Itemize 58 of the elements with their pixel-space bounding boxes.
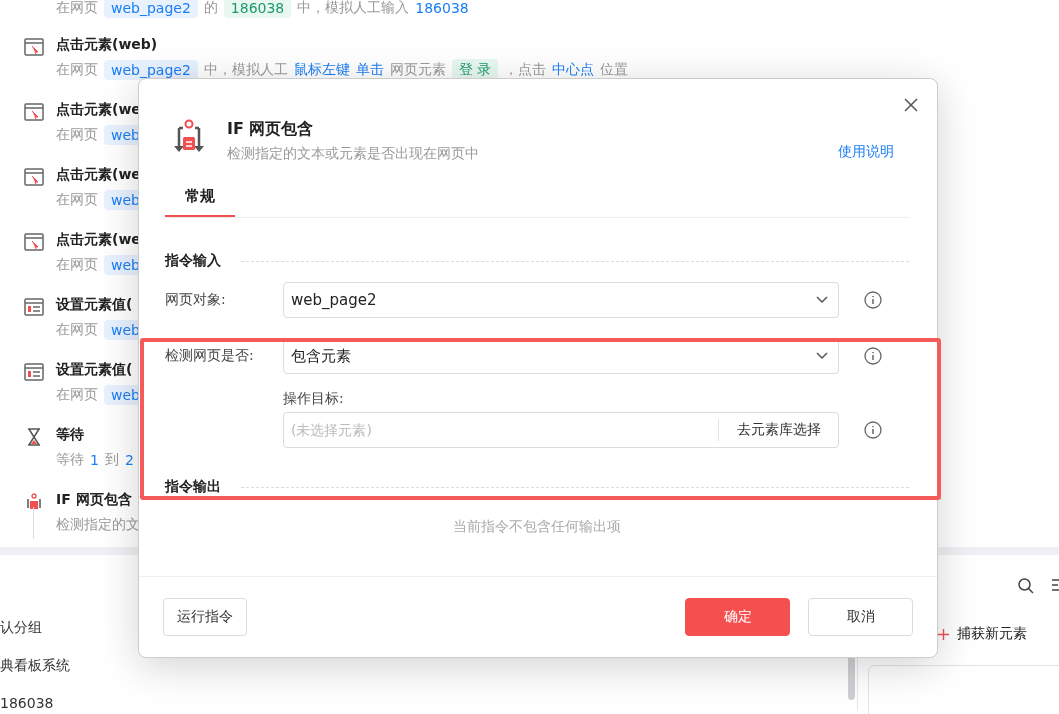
- step-title: 点击元素(web): [56, 35, 159, 54]
- element-library-button[interactable]: 去元素库选择: [718, 419, 838, 441]
- tab[interactable]: 常规: [165, 187, 235, 217]
- info-icon[interactable]: [864, 291, 882, 309]
- step-text: 位置: [600, 61, 629, 79]
- step-text: 在网页: [56, 0, 98, 17]
- field-label: 网页对象:: [165, 291, 227, 309]
- step-text: 检测指定的文: [56, 516, 140, 534]
- step-text: ，点击: [504, 61, 547, 79]
- step-text: 在网页: [56, 126, 98, 144]
- browser-cursor-icon: [24, 38, 44, 56]
- web-object-dropdown[interactable]: web_page2: [283, 282, 839, 318]
- variable-tag: web_page2: [104, 60, 198, 80]
- browser-cursor-icon: [24, 168, 44, 186]
- info-icon[interactable]: [864, 347, 882, 365]
- dialog-title: IF 网页包含: [227, 118, 315, 140]
- group-item[interactable]: 典看板系统: [0, 657, 857, 695]
- step-text: 的: [203, 0, 218, 17]
- step-text: 在网页: [56, 191, 98, 209]
- step-title: 设置元素值(: [56, 295, 134, 314]
- target-element-field[interactable]: (未选择元素) 去元素库选择: [283, 412, 839, 448]
- browser-cursor-icon: [24, 103, 44, 121]
- step-text: 在网页: [56, 386, 98, 404]
- step-text: 到: [104, 451, 119, 469]
- step-text: 在网页: [56, 256, 98, 274]
- step-text: 中，模拟人工输入: [297, 0, 410, 17]
- search-icon[interactable]: [1017, 577, 1035, 595]
- help-link[interactable]: 使用说明: [838, 143, 894, 161]
- dialog-subtitle: 检测指定的文本或元素是否出现在网页中: [227, 145, 480, 163]
- form-window-icon: [24, 298, 44, 316]
- chevron-icon: [816, 296, 828, 304]
- value-tag: 登 录: [451, 59, 499, 81]
- browser-cursor-icon: [24, 233, 44, 251]
- run-command-button[interactable]: 运行指令: [163, 598, 247, 636]
- capture-element-button[interactable]: 捕获新元素: [938, 621, 1027, 647]
- chevron-icon: [816, 352, 828, 360]
- field-label: 检测网页是否:: [165, 347, 255, 365]
- close-icon[interactable]: [904, 98, 918, 112]
- step-text: 中，模拟人工: [203, 61, 288, 79]
- group-item[interactable]: 186038: [0, 695, 857, 714]
- step-text: 网页元素: [389, 61, 446, 79]
- step-title: 设置元素值(: [56, 360, 134, 379]
- step-text: 在网页: [56, 61, 98, 79]
- step-title: 等待: [56, 425, 85, 444]
- section-title: 指令输入: [165, 252, 221, 270]
- step-text: 等待: [56, 451, 84, 469]
- variable-tag: web_page2: [104, 0, 198, 18]
- field-label: 操作目标:: [283, 390, 344, 406]
- section-title: 指令输出: [165, 478, 221, 496]
- value-tag: 186038: [223, 0, 292, 18]
- info-icon[interactable]: [864, 421, 882, 439]
- step-title: IF 网页包含: [56, 490, 133, 509]
- form-window-icon: [24, 363, 44, 381]
- cancel-button[interactable]: 取消: [808, 598, 913, 636]
- empty-output-text: 当前指令不包含任何输出项: [452, 518, 622, 536]
- hourglass-icon: [26, 428, 42, 446]
- step-text: 在网页: [56, 321, 98, 339]
- plus-icon: [938, 628, 949, 640]
